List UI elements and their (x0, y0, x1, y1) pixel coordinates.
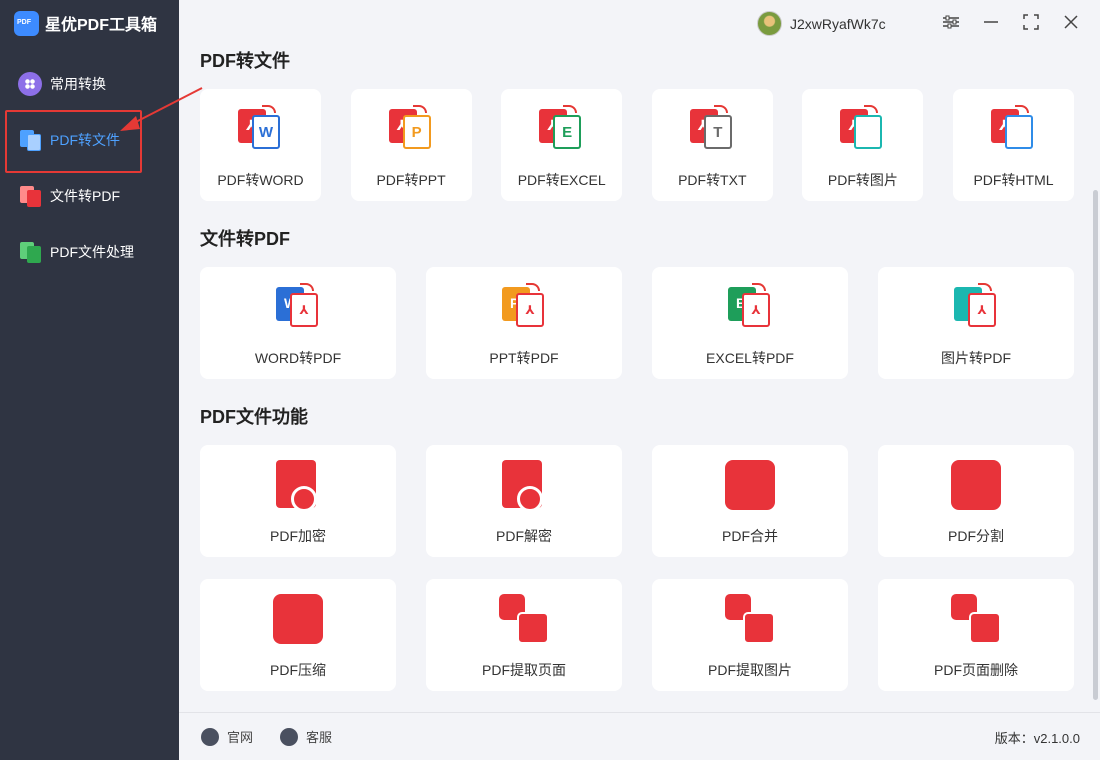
support-label: 客服 (306, 730, 333, 745)
pdf-encrypt-icon (273, 460, 323, 512)
sidebar-item-pdf-processing[interactable]: PDF文件处理 (18, 240, 134, 264)
pdf-to-word-icon: ⅄ W (238, 105, 284, 151)
minimize-icon[interactable] (981, 12, 1001, 32)
tool-card[interactable]: W ⅄ WORD转PDF (200, 267, 396, 379)
avatar (757, 11, 782, 36)
tool-card[interactable]: ⅄ W PDF转WORD (200, 89, 321, 201)
website-label: 官网 (227, 730, 254, 745)
chat-icon (280, 727, 298, 746)
tool-card[interactable]: P ⅄ PPT转PDF (426, 267, 622, 379)
tool-card[interactable]: PDF分割 (878, 445, 1074, 557)
pdf-split-icon (951, 460, 1001, 510)
tool-label: PDF解密 (496, 528, 552, 544)
tool-label: PDF提取图片 (708, 662, 792, 678)
tool-label: PDF压缩 (270, 662, 326, 678)
sidebar: 星优PDF工具箱 常用转换 PDF转文件 文件转PDF PDF文件处理 (0, 0, 179, 760)
browser-icon (201, 727, 219, 746)
tool-label: PPT转PDF (489, 350, 559, 366)
tool-card[interactable]: PDF提取页面 (426, 579, 622, 691)
tool-card[interactable]: PDF合并 (652, 445, 848, 557)
close-icon[interactable] (1061, 12, 1081, 32)
pdf-to-ppt-icon: ⅄ P (388, 105, 435, 151)
tool-label: PDF页面删除 (934, 662, 1018, 678)
tool-card[interactable]: ⅄ T PDF转TXT (651, 89, 773, 201)
pdf-decrypt-icon (499, 460, 549, 512)
pdf-merge-icon (725, 460, 775, 510)
version-info: 版本：v2.1.0.0 (995, 728, 1080, 747)
tool-label: 图片转PDF (941, 350, 1011, 366)
sidebar-item-label: PDF文件处理 (50, 244, 134, 260)
section-title-pdf-to-file: PDF转文件 (200, 51, 290, 71)
tool-label: PDF合并 (722, 528, 778, 544)
pdf-to-image-icon: ⅄ (840, 105, 886, 151)
section-title-pdf-functions: PDF文件功能 (200, 407, 308, 427)
scrollbar[interactable] (1093, 190, 1098, 700)
pdf-compress-icon (273, 594, 323, 644)
settings-icon[interactable] (941, 12, 961, 32)
tool-label: PDF转HTML (973, 172, 1054, 188)
tool-card[interactable]: ⅄ PDF转HTML (953, 89, 1074, 201)
sidebar-item-label: PDF转文件 (50, 132, 120, 148)
tool-card[interactable]: PDF提取图片 (652, 579, 848, 691)
ppt-to-pdf-icon: P ⅄ (502, 283, 548, 329)
tool-card[interactable]: E ⅄ EXCEL转PDF (652, 267, 848, 379)
tool-card[interactable]: ⅄ E PDF转EXCEL (501, 89, 623, 201)
tool-label: PDF分割 (948, 528, 1004, 544)
file-to-pdf-icon (18, 184, 42, 208)
user-profile[interactable]: J2xwRyafWk7c (757, 11, 922, 36)
app-logo-icon (14, 10, 39, 36)
sidebar-item-pdf-to-file[interactable]: PDF转文件 (18, 128, 120, 152)
tool-card[interactable]: PDF加密 (200, 445, 396, 557)
tool-card[interactable]: PDF压缩 (200, 579, 396, 691)
tool-card[interactable]: ⅄ 图片转PDF (878, 267, 1074, 379)
tool-label: PDF转EXCEL (517, 172, 606, 188)
tool-label: PDF提取页面 (482, 662, 566, 678)
app-name: 星优PDF工具箱 (45, 17, 158, 34)
version-number: v2.1.0.0 (1033, 731, 1080, 746)
sidebar-item-label: 常用转换 (50, 76, 106, 92)
sidebar-item-file-to-pdf[interactable]: 文件转PDF (18, 184, 120, 208)
tool-label: PDF转图片 (827, 172, 898, 188)
tool-card[interactable]: PDF解密 (426, 445, 622, 557)
tool-label: WORD转PDF (254, 350, 342, 366)
section-title-file-to-pdf: 文件转PDF (200, 229, 290, 249)
top-bar: J2xwRyafWk7c (179, 0, 1100, 46)
website-link[interactable]: 官网 (201, 727, 253, 746)
tool-card[interactable]: ⅄ P PDF转PPT (350, 89, 472, 201)
tool-label: EXCEL转PDF (706, 350, 794, 366)
pdf-to-file-icon (18, 128, 42, 152)
word-to-pdf-icon: W ⅄ (276, 283, 322, 329)
pdf-to-excel-icon: ⅄ E (539, 105, 585, 151)
username: J2xwRyafWk7c (790, 15, 886, 32)
tool-label: PDF转WORD (217, 172, 304, 188)
app-brand: 星优PDF工具箱 (14, 10, 157, 36)
sidebar-item-label: 文件转PDF (50, 188, 120, 204)
maximize-icon[interactable] (1021, 12, 1041, 32)
tool-label: PDF转TXT (678, 172, 747, 188)
tool-card[interactable]: PDF页面删除 (878, 579, 1074, 691)
pdf-processing-icon (18, 240, 42, 264)
bottom-bar: 官网 客服 版本：v2.1.0.0 (179, 712, 1100, 760)
pdf-to-html-icon: ⅄ (991, 105, 1037, 151)
excel-to-pdf-icon: E ⅄ (728, 283, 774, 329)
version-label: 版本： (994, 731, 1034, 746)
pdf-extract-pages-icon (499, 594, 549, 644)
pdf-to-txt-icon: ⅄ T (689, 105, 736, 151)
pdf-delete-pages-icon (951, 594, 1001, 644)
tool-label: PDF转PPT (376, 172, 446, 188)
sidebar-item-common[interactable]: 常用转换 (18, 72, 106, 96)
common-convert-icon (18, 72, 42, 96)
tool-label: PDF加密 (270, 528, 326, 544)
support-link[interactable]: 客服 (280, 727, 332, 746)
tool-card[interactable]: ⅄ PDF转图片 (802, 89, 924, 201)
image-to-pdf-icon: ⅄ (954, 283, 1000, 329)
pdf-extract-images-icon (725, 594, 775, 644)
